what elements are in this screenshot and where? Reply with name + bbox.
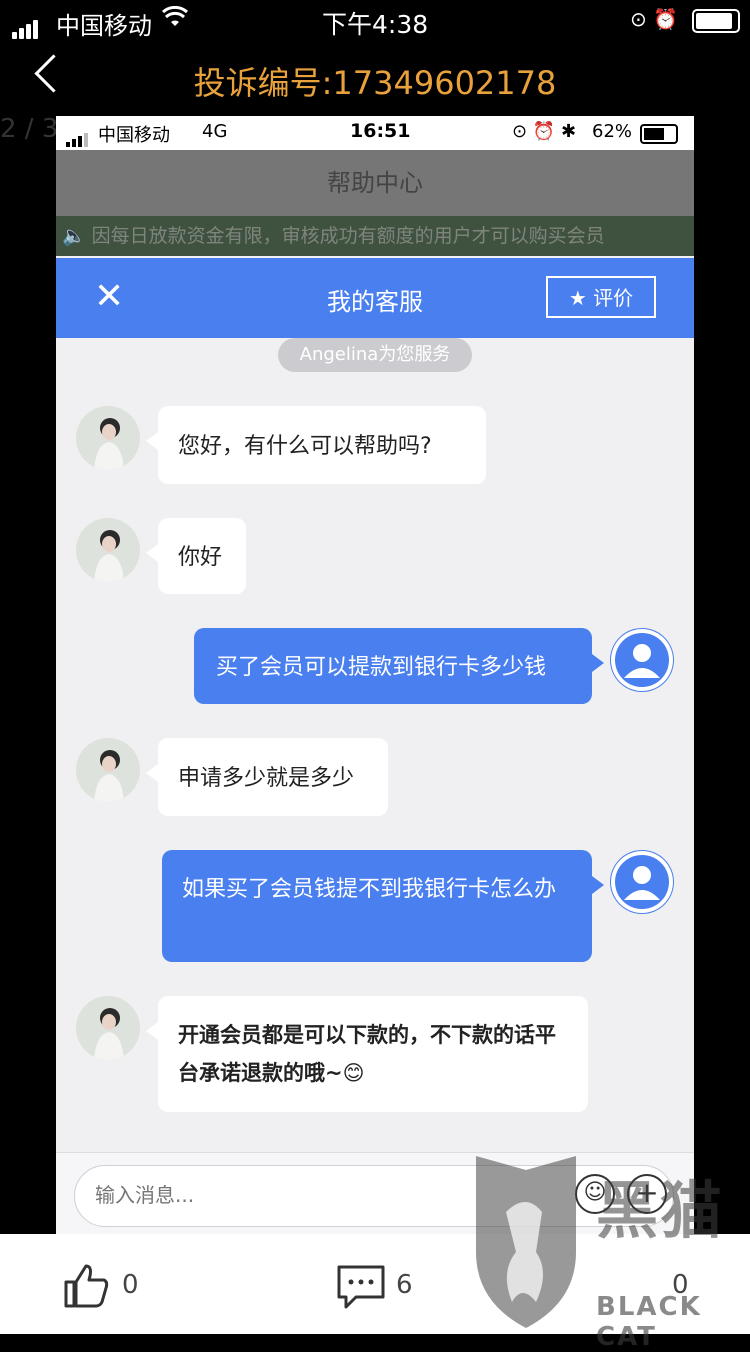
battery-icon (640, 124, 678, 144)
alarm-icon: ⊙ ⏰ ✱ (512, 121, 577, 142)
battery-percent: 62% (592, 121, 633, 142)
agent-avatar (76, 518, 140, 582)
message-text: 开通会员都是可以下款的，不下款的话平台承诺退款的哦~ (178, 1023, 556, 1085)
screenshot-image: 中国移动 4G 16:51 ⊙ ⏰ ✱ 62% 帮助中心 🔈 因每日放款资金有限，… (56, 116, 694, 1234)
smile-emoji-icon: 😊 (342, 1061, 365, 1085)
agent-avatar (76, 406, 140, 470)
wifi-icon (162, 5, 188, 34)
signal-icon (66, 126, 90, 147)
comment-count: 6 (396, 1270, 413, 1300)
message-text: 买了会员可以提款到银行卡多少钱 (216, 655, 547, 680)
cat-shield-icon (476, 1156, 576, 1328)
message-text: 申请多少就是多少 (178, 766, 355, 791)
network-label: 4G (202, 121, 228, 142)
message-text: 您好，有什么可以帮助吗? (178, 434, 432, 459)
outer-status-bar: 中国移动 下午4:38 ⊙ ⏰ (0, 0, 750, 40)
signal-icon (12, 11, 40, 39)
status-time: 16:51 (350, 120, 411, 142)
notice-bar: 🔈 因每日放款资金有限，审核成功有额度的用户才可以购买会员 (56, 216, 694, 256)
agent-message: 申请多少就是多少 (146, 738, 388, 816)
user-message: 买了会员可以提款到银行卡多少钱 (194, 628, 604, 704)
rate-label: 评价 (593, 286, 634, 310)
pager-indicator: 2 / 3 (0, 114, 59, 144)
watermark-text: 黑猫 (596, 1174, 725, 1247)
status-time: 下午4:38 (322, 10, 429, 39)
agent-avatar (76, 996, 140, 1060)
notice-text: 因每日放款资金有限，审核成功有额度的用户才可以购买会员 (91, 225, 605, 247)
like-count: 0 (122, 1270, 139, 1300)
star-icon: ★ (568, 286, 587, 310)
chat-header: ✕ 我的客服 ★ 评价 (56, 258, 694, 338)
page-title: 投诉编号:17349602178 (193, 64, 557, 102)
inner-status-bar: 中国移动 4G 16:51 ⊙ ⏰ ✱ 62% (56, 116, 694, 150)
message-text: 如果买了会员钱提不到我银行卡怎么办 (182, 877, 557, 902)
agent-message: 您好，有什么可以帮助吗? (146, 406, 486, 484)
message-text: 你好 (178, 545, 223, 570)
carrier-label: 中国移动 (56, 12, 152, 40)
speaker-icon: 🔈 (62, 225, 86, 247)
user-avatar (610, 850, 674, 914)
agent-message: 开通会员都是可以下款的，不下款的话平台承诺退款的哦~😊 (146, 996, 588, 1112)
agent-message: 你好 (146, 518, 246, 594)
alarm-icon: ⊙ ⏰ (630, 7, 679, 31)
user-avatar (610, 628, 674, 692)
help-center-title: 帮助中心 (56, 150, 694, 216)
agent-avatar (76, 738, 140, 802)
black-cat-watermark: 黑猫 BLACK CAT (462, 1150, 750, 1352)
user-message: 如果买了会员钱提不到我银行卡怎么办 (162, 850, 604, 962)
comment-icon[interactable] (336, 1264, 386, 1314)
carrier-label: 中国移动 (98, 125, 170, 146)
rate-button[interactable]: ★ 评价 (546, 276, 656, 318)
battery-icon (692, 9, 740, 33)
service-tag: Angelina为您服务 (278, 338, 472, 372)
watermark-brand: BLACK CAT (596, 1292, 702, 1352)
like-icon[interactable] (62, 1262, 110, 1312)
